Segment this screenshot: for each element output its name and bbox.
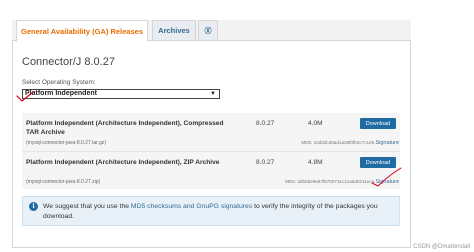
package-filename: (mysql-connector-java-8.0.27.tar.gz) <box>26 140 107 146</box>
tab-ga-releases[interactable]: General Availability (GA) Releases <box>16 20 148 42</box>
watermark: CSDN @Dmatterstall <box>413 244 470 250</box>
download-row: Platform Independent (Architecture Indep… <box>22 151 400 189</box>
tab-archives[interactable]: Archives <box>152 20 196 41</box>
package-size: 4.8M <box>308 159 323 166</box>
chevron-down-icon: ▼ <box>210 91 216 97</box>
tab-more-icon[interactable]: Ⓧ <box>198 20 218 41</box>
page-title: Connector/J 8.0.27 <box>22 56 115 68</box>
md5-checksum: MD5: 3db5be9e97f8700731c1cadd0211eca... <box>285 179 378 184</box>
signature-link[interactable]: Signature <box>375 179 399 185</box>
os-select[interactable]: Platform Independent ▼ <box>22 89 220 99</box>
package-version: 8.0.27 <box>256 159 275 166</box>
signature-link[interactable]: Signature <box>375 140 399 146</box>
notice-text: We suggest that you use the MD5 checksum… <box>43 203 378 220</box>
tab-bar: General Availability (GA) Releases Archi… <box>12 20 411 42</box>
os-select-label: Select Operating System: <box>22 79 96 86</box>
package-filename: (mysql-connector-java-8.0.27.zip) <box>26 179 101 185</box>
download-row: Platform Independent (Architecture Indep… <box>22 113 400 151</box>
download-button[interactable]: Download <box>360 157 396 168</box>
package-name: Platform Independent (Architecture Indep… <box>26 159 220 166</box>
integrity-notice: i We suggest that you use the MD5 checks… <box>22 196 400 226</box>
package-version: 8.0.27 <box>256 120 275 127</box>
download-button[interactable]: Download <box>360 118 396 129</box>
os-select-value: Platform Independent <box>25 90 97 97</box>
package-size: 4.0M <box>308 120 323 127</box>
md5-checksum: MD5: 10d3dc26ad1a39f0fb2c7c1eb... <box>301 140 378 145</box>
package-name: Platform Independent (Architecture Indep… <box>26 120 224 136</box>
checksums-link[interactable]: MD5 checksums and GnuPG signatures <box>131 203 252 210</box>
info-icon: i <box>29 202 38 211</box>
